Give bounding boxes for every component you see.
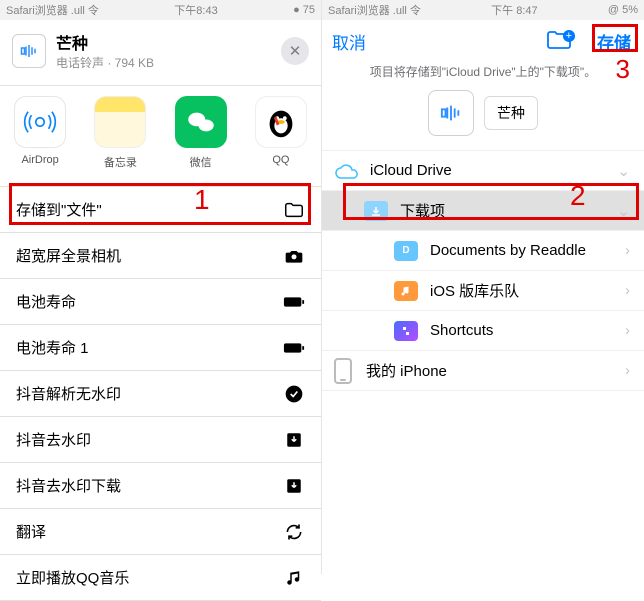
action-douyin-nowm[interactable]: 抖音解析无水印 [0,371,321,417]
share-sheet-pane: Safari浏览器 .ull 令 下午8:43 ● 75 芒种 电话铃声 · 7… [0,0,322,574]
camera-icon [283,245,305,267]
chevron-right-icon: › [625,362,630,379]
share-app-notes[interactable]: 备忘录 [86,96,154,170]
action-douyin-nowm-label: 抖音解析无水印 [16,383,121,404]
refresh-icon [283,521,305,543]
action-pano-label: 超宽屏全景相机 [16,245,121,266]
preview-file-icon [428,90,474,136]
status-time: 下午8:43 [174,2,217,18]
new-folder-button[interactable]: + [546,28,584,55]
status-bar-right: Safari浏览器 .ull 令 下午 8:47 @ 5% [322,0,644,20]
check-icon [283,383,305,405]
download-icon [283,475,305,497]
chevron-down-icon: ⌄ [617,202,630,220]
chevron-right-icon: › [625,242,630,259]
download-icon [283,429,305,451]
share-app-airdrop[interactable]: AirDrop [6,96,74,170]
airdrop-label: AirDrop [21,154,58,166]
status-battery: @ 5% [608,4,638,16]
folder-shortcuts-icon [394,321,418,341]
tree-garageband[interactable]: iOS 版库乐队 › [322,271,644,311]
chevron-right-icon: › [625,322,630,339]
file-preview-row: 芒种 [322,90,644,150]
cloud-icon [334,161,358,181]
action-pano-camera[interactable]: 超宽屏全景相机 [0,233,321,279]
action-battery-1[interactable]: 电池寿命 1 [0,325,321,371]
close-icon: ✕ [289,42,302,60]
action-translate[interactable]: 翻译 [0,509,321,555]
tree-downloads-label: 下载项 [400,200,445,221]
share-apps-row: AirDrop 备忘录 微信 QQ [0,85,321,186]
cancel-button[interactable]: 取消 [332,29,366,54]
wechat-icon [175,96,227,148]
file-title: 芒种 [56,30,154,54]
action-douyin-dl[interactable]: 抖音去水印下载 [0,463,321,509]
save-button[interactable]: 存储 [594,28,634,55]
file-meta: 芒种 电话铃声 · 794 KB [56,30,154,71]
action-douyin-rm[interactable]: 抖音去水印 [0,417,321,463]
location-tree: iCloud Drive ⌄ 下载项 ⌄ D Documents by Read… [322,150,644,391]
chevron-down-icon: ⌄ [617,162,630,180]
save-to-files-pane: Safari浏览器 .ull 令 下午 8:47 @ 5% 取消 + 存储 项目… [322,0,644,574]
notes-icon [94,96,146,148]
close-button[interactable]: ✕ [281,37,309,65]
tree-documents-readdle[interactable]: D Documents by Readdle › [322,231,644,271]
action-translate-label: 翻译 [16,521,46,542]
action-battery[interactable]: 电池寿命 [0,279,321,325]
battery-icon [283,337,305,359]
folder-garageband-icon [394,281,418,301]
notes-label: 备忘录 [104,154,137,170]
tree-readdle-label: Documents by Readdle [430,242,586,259]
qq-label: QQ [272,154,289,166]
ringtone-file-icon [12,34,46,68]
action-save-to-files[interactable]: 存储到"文件" [0,187,321,233]
share-app-wechat[interactable]: 微信 [167,96,235,170]
tree-my-iphone[interactable]: 我的 iPhone › [322,351,644,391]
folder-downloads-icon [364,201,388,221]
iphone-icon [334,358,352,384]
wechat-label: 微信 [190,154,212,170]
tree-garageband-label: iOS 版库乐队 [430,280,519,301]
nav-bar: 取消 + 存储 [322,20,644,59]
status-bar-left: Safari浏览器 .ull 令 下午8:43 ● 75 [0,0,321,20]
action-qq-music[interactable]: 立即播放QQ音乐 [0,555,321,601]
folder-icon [283,199,305,221]
share-app-qq[interactable]: QQ [247,96,315,170]
action-save-label: 存储到"文件" [16,199,102,220]
tree-iphone-label: 我的 iPhone [366,360,447,381]
action-battery1-label: 电池寿命 1 [16,337,89,358]
tree-shortcuts-label: Shortcuts [430,322,493,339]
qq-icon [255,96,307,148]
action-qqmusic-label: 立即播放QQ音乐 [16,567,129,588]
nav-right-group: + 存储 [546,28,634,55]
status-carrier: Safari浏览器 .ull 令 [328,2,421,18]
tree-icloud-label: iCloud Drive [370,162,452,179]
tree-downloads[interactable]: 下载项 ⌄ [322,191,644,231]
action-douyin-rm-label: 抖音去水印 [16,429,91,450]
destination-note: 项目将存储到"iCloud Drive"上的"下载项"。 [322,59,644,90]
music-icon [283,567,305,589]
tree-shortcuts[interactable]: Shortcuts › [322,311,644,351]
folder-readdle-icon: D [394,241,418,261]
file-header: 芒种 电话铃声 · 794 KB ✕ [0,20,321,85]
status-carrier: Safari浏览器 .ull 令 [6,2,99,18]
battery-icon [283,291,305,313]
tree-icloud-drive[interactable]: iCloud Drive ⌄ [322,151,644,191]
action-battery-label: 电池寿命 [16,291,76,312]
file-subtitle: 电话铃声 · 794 KB [56,54,154,71]
status-time: 下午 8:47 [491,2,537,18]
preview-file-name[interactable]: 芒种 [484,96,538,130]
airdrop-icon [14,96,66,148]
action-douyin-dl-label: 抖音去水印下载 [16,475,121,496]
action-list: 存储到"文件" 超宽屏全景相机 电池寿命 电池寿命 1 抖音解析无水印 [0,186,321,601]
chevron-right-icon: › [625,282,630,299]
status-battery: ● 75 [293,4,315,16]
